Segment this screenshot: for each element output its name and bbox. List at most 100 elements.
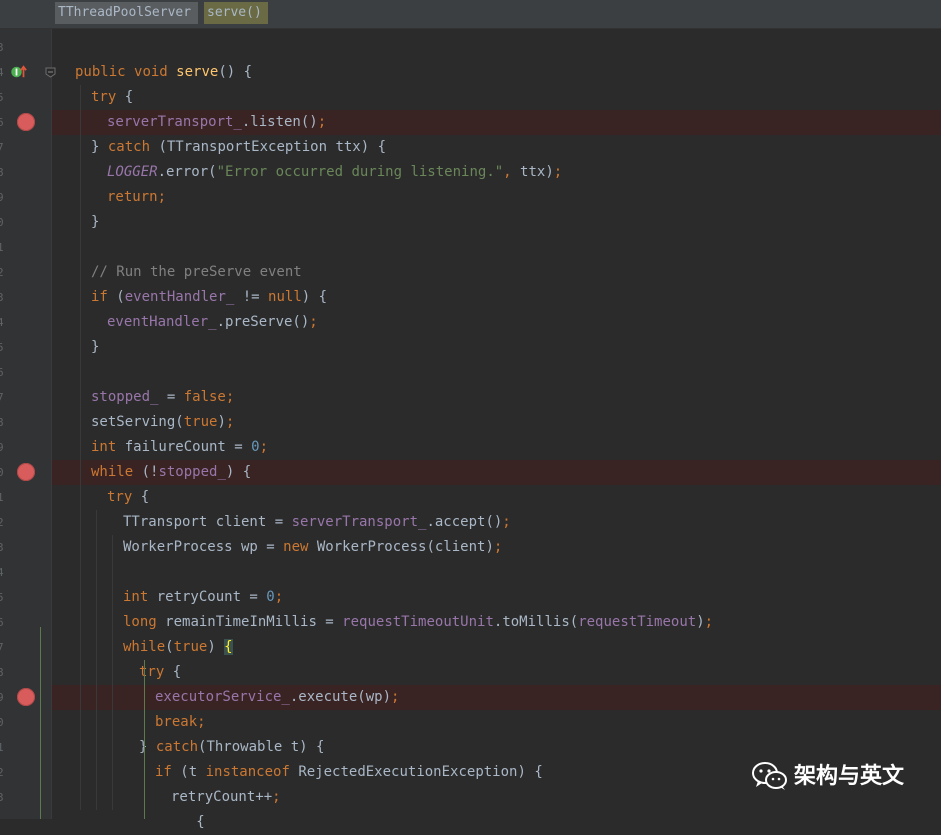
- code-token: while: [91, 464, 142, 480]
- code-line[interactable]: 4 eventHandler_.preServe();: [0, 310, 941, 335]
- code-token: ttx): [520, 164, 554, 180]
- indent-guide: [80, 85, 81, 810]
- code-line[interactable]: 7 stopped_ = false;: [0, 385, 941, 410]
- code-token: ) {: [301, 289, 328, 305]
- code-token: ): [217, 414, 226, 430]
- code-line[interactable]: 1 } catch(Throwable t) {: [0, 735, 941, 760]
- code-token: (: [116, 289, 125, 305]
- code-text: // Run the preServe event: [91, 260, 302, 285]
- code-line[interactable]: 8 setServing(true);: [0, 410, 941, 435]
- code-line[interactable]: 4 public void serve() {: [0, 60, 941, 85]
- code-line[interactable]: 5}: [0, 335, 941, 360]
- code-line[interactable]: 3 if (eventHandler_ != null) {: [0, 285, 941, 310]
- code-token: {: [140, 489, 150, 505]
- indent-guide: [112, 535, 113, 810]
- code-line[interactable]: 3: [0, 35, 941, 60]
- code-text: while (!stopped_) {: [91, 460, 251, 485]
- line-number: 7: [0, 141, 4, 154]
- code-line[interactable]: 9 int failureCount = 0;: [0, 435, 941, 460]
- code-token: .execute(wp): [289, 689, 392, 705]
- line-number: 3: [0, 541, 4, 554]
- code-text: long remainTimeInMillis = requestTimeout…: [123, 610, 713, 635]
- code-token: if: [91, 289, 117, 305]
- code-token: "Error occurred during listening.": [216, 164, 504, 180]
- code-text: } catch (TTransportException ttx) {: [91, 135, 386, 160]
- code-text: LOGGER.error("Error occurred during list…: [107, 160, 562, 185]
- code-token: ;: [317, 114, 327, 130]
- code-line[interactable]: 1: [0, 235, 941, 260]
- code-line[interactable]: 7 } catch (TTransportException ttx) {: [0, 135, 941, 160]
- code-text: if (eventHandler_ != null) {: [91, 285, 327, 310]
- code-line[interactable]: 0}: [0, 210, 941, 235]
- breadcrumb-class[interactable]: TThreadPoolServer: [55, 2, 198, 24]
- code-text: while(true) {: [123, 635, 233, 660]
- code-text: eventHandler_.preServe();: [107, 310, 318, 335]
- breakpoint-icon[interactable]: [17, 463, 35, 481]
- code-line[interactable]: 8 LOGGER.error("Error occurred during lis…: [0, 160, 941, 185]
- code-text: break;: [155, 710, 206, 735]
- line-number: 5: [0, 91, 4, 104]
- breadcrumb-method[interactable]: serve(): [204, 2, 268, 24]
- line-number: 2: [0, 766, 4, 779]
- code-token: ;: [225, 389, 235, 405]
- code-line[interactable]: 9 return;: [0, 185, 941, 210]
- code-token: 0: [266, 589, 275, 605]
- code-line[interactable]: 7 while(true) {: [0, 635, 941, 660]
- line-number: 8: [0, 416, 4, 429]
- line-number: 0: [0, 466, 4, 479]
- code-token: stopped_: [158, 464, 226, 480]
- line-number: 4: [0, 566, 4, 579]
- code-token: 0: [251, 439, 260, 455]
- code-token: RejectedExecutionException) {: [298, 764, 543, 780]
- code-line[interactable]: 6: [0, 360, 941, 385]
- code-token: .accept(): [426, 514, 503, 530]
- line-number: 6: [0, 366, 4, 379]
- line-number: 5: [0, 341, 4, 354]
- code-token: int: [123, 589, 157, 605]
- code-token: .listen(): [241, 114, 318, 130]
- code-text: try {: [139, 660, 181, 685]
- code-token: catch: [155, 739, 199, 755]
- breakpoint-icon[interactable]: [17, 688, 35, 706]
- line-number: 4: [0, 66, 4, 79]
- code-line[interactable]: 2 TTransport client = serverTransport_.ac…: [0, 510, 941, 535]
- code-token: }: [139, 739, 156, 755]
- code-token: ;: [272, 789, 281, 805]
- code-line[interactable]: 9 executorService_.execute(wp);: [0, 685, 941, 710]
- code-token: TTransport client =: [123, 514, 292, 530]
- code-token: {: [172, 664, 182, 680]
- line-number: 1: [0, 741, 4, 754]
- code-line[interactable]: 0 while (!stopped_) {: [0, 460, 941, 485]
- code-line[interactable]: 5 try {: [0, 85, 941, 110]
- code-line[interactable]: 6 long remainTimeInMillis = requestTimeou…: [0, 610, 941, 635]
- override-implements-icon[interactable]: [10, 65, 30, 79]
- code-line[interactable]: 5 int retryCount = 0;: [0, 585, 941, 610]
- code-line[interactable]: 3 WorkerProcess wp = new WorkerProcess(cl…: [0, 535, 941, 560]
- code-text: } catch(Throwable t) {: [139, 735, 324, 760]
- code-line[interactable]: 0 break;: [0, 710, 941, 735]
- line-number: 7: [0, 641, 4, 654]
- code-token: if: [155, 764, 181, 780]
- code-token: ,: [503, 164, 521, 180]
- code-line[interactable]: 8 try {: [0, 660, 941, 685]
- code-token: while: [123, 639, 166, 655]
- code-line[interactable]: 2 // Run the preServe event: [0, 260, 941, 285]
- code-token: stopped_: [91, 389, 167, 405]
- code-text: WorkerProcess wp = new WorkerProcess(cli…: [123, 535, 502, 560]
- code-line[interactable]: {: [0, 810, 941, 835]
- code-token: }: [91, 139, 108, 155]
- line-number: 6: [0, 616, 4, 629]
- code-text: stopped_ = false;: [91, 385, 234, 410]
- active-scope-guide: [144, 660, 145, 819]
- code-token: WorkerProcess wp =: [123, 539, 284, 555]
- code-line[interactable]: 4: [0, 560, 941, 585]
- code-token: .preServe(): [216, 314, 310, 330]
- code-line[interactable]: 1 try {: [0, 485, 941, 510]
- line-number: 7: [0, 391, 4, 404]
- fold-collapse-icon[interactable]: [45, 67, 56, 78]
- code-token: ): [696, 614, 705, 630]
- code-line[interactable]: 6 serverTransport_.listen();: [0, 110, 941, 135]
- breakpoint-icon[interactable]: [17, 113, 35, 131]
- code-token: remainTimeInMillis =: [165, 614, 343, 630]
- code-token: eventHandler_: [107, 314, 217, 330]
